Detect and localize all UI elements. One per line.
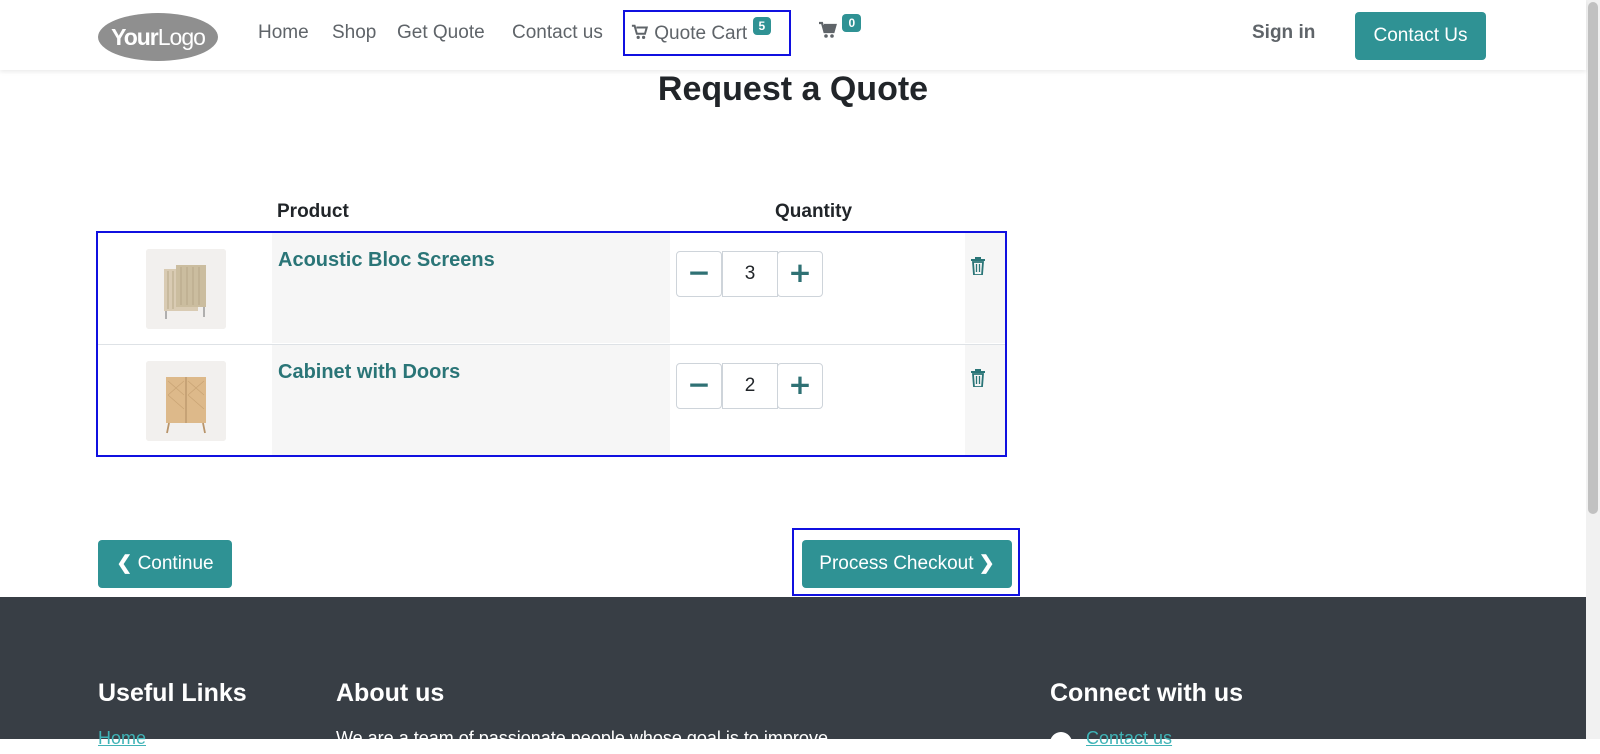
vertical-scrollbar[interactable] [1586, 0, 1600, 739]
product-thumbnail-acoustic-screens[interactable] [146, 249, 226, 329]
shopping-cart-link[interactable]: 0 [818, 14, 862, 43]
decrease-quantity-button[interactable]: − [676, 363, 722, 409]
plus-icon: + [788, 368, 812, 401]
trash-icon[interactable] [970, 257, 986, 275]
quantity-stepper: − 3 + [670, 233, 965, 343]
contact-us-button[interactable]: Contact Us [1355, 12, 1486, 60]
quantity-input[interactable]: 3 [722, 251, 778, 297]
quantity-stepper: − 2 + [670, 345, 965, 455]
page-title: Request a Quote [657, 70, 929, 108]
footer-about-title: About us [336, 679, 445, 707]
logo[interactable]: YourLogo [98, 13, 218, 61]
column-header-quantity: Quantity [775, 201, 853, 222]
scrollbar-thumb[interactable] [1588, 2, 1598, 514]
nav-contact-us[interactable]: Contact us [512, 22, 603, 44]
quote-cart-count-badge: 5 [752, 17, 772, 35]
sign-in-link[interactable]: Sign in [1252, 22, 1315, 44]
table-row: Cabinet with Doors − 2 + [98, 344, 1005, 455]
table-row: Acoustic Bloc Screens − 3 + [98, 233, 1005, 343]
cart-icon [631, 24, 649, 40]
product-thumbnail-cabinet[interactable] [146, 361, 226, 441]
minus-icon: − [687, 368, 711, 401]
chevron-left-icon: ❮ [116, 553, 133, 574]
product-name-link[interactable]: Acoustic Bloc Screens [278, 249, 495, 272]
envelope-icon [1050, 732, 1072, 754]
quote-cart-label: Quote Cart [654, 23, 748, 44]
nav-shop[interactable]: Shop [332, 22, 376, 44]
trash-icon[interactable] [970, 369, 986, 387]
quantity-input[interactable]: 2 [722, 363, 778, 409]
column-header-product: Product [277, 201, 349, 222]
product-name-link[interactable]: Cabinet with Doors [278, 361, 460, 384]
footer-connect-title: Connect with us [1050, 679, 1244, 707]
process-checkout-highlight: Process Checkout ❯ [792, 528, 1020, 596]
increase-quantity-button[interactable]: + [777, 251, 823, 297]
site-footer: Useful Links Home About us We are a team… [0, 597, 1586, 754]
increase-quantity-button[interactable]: + [777, 363, 823, 409]
nav-quote-cart[interactable]: Quote Cart 5 [623, 10, 791, 56]
chevron-right-icon: ❯ [978, 553, 995, 574]
continue-button[interactable]: ❮ Continue [98, 540, 232, 588]
quote-items-table: Acoustic Bloc Screens − 3 + Cabinet with… [96, 231, 1007, 457]
cart-icon [819, 21, 837, 38]
nav-get-quote[interactable]: Get Quote [397, 22, 485, 44]
decrease-quantity-button[interactable]: − [676, 251, 722, 297]
minus-icon: − [687, 256, 711, 289]
plus-icon: + [788, 256, 812, 289]
cart-count-badge: 0 [842, 14, 862, 32]
footer-useful-links-title: Useful Links [98, 679, 247, 707]
nav-home[interactable]: Home [258, 22, 309, 44]
site-header: YourLogo Home Shop Get Quote Contact us … [0, 0, 1586, 70]
process-checkout-button[interactable]: Process Checkout ❯ [802, 540, 1012, 588]
